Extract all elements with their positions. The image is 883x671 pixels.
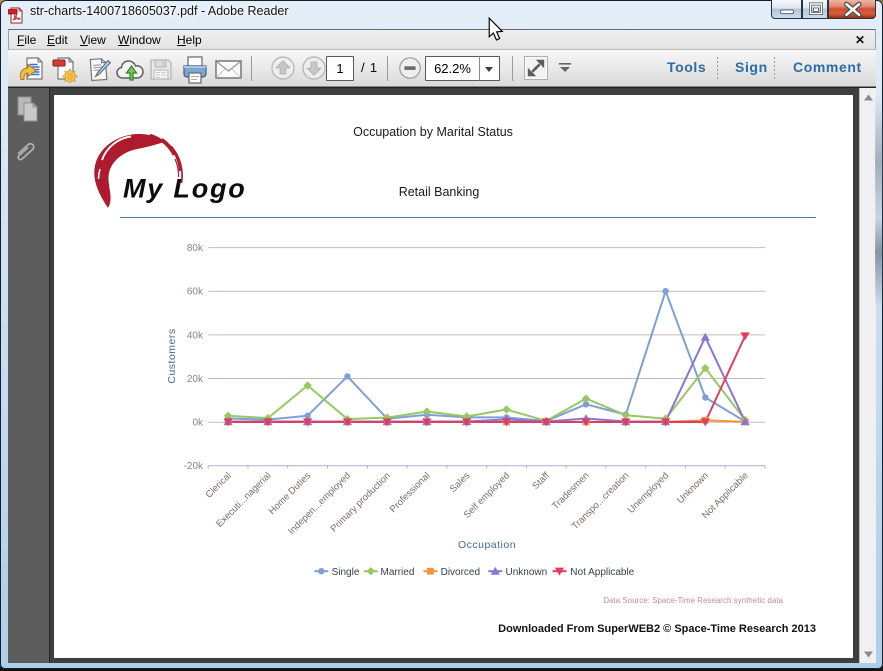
svg-text:Sales: Sales (448, 470, 473, 495)
svg-text:Tradesmen: Tradesmen (550, 470, 592, 512)
svg-text:Professional: Professional (388, 470, 433, 515)
svg-text:Married: Married (381, 567, 415, 578)
svg-text:Customers: Customers (166, 328, 178, 383)
svg-text:Unknown: Unknown (675, 470, 711, 506)
svg-text:80k: 80k (187, 243, 204, 254)
svg-text:Unemployed: Unemployed (626, 470, 671, 515)
svg-text:Unknown: Unknown (506, 567, 548, 578)
svg-text:20k: 20k (187, 374, 204, 385)
svg-text:0k: 0k (192, 418, 204, 429)
svg-text:40k: 40k (187, 330, 204, 341)
svg-text:-20k: -20k (184, 461, 204, 472)
svg-text:60k: 60k (187, 287, 204, 298)
svg-text:Single: Single (332, 567, 360, 578)
svg-text:Clerical: Clerical (204, 470, 234, 500)
svg-text:Staff: Staff (530, 470, 552, 492)
svg-text:Divorced: Divorced (441, 567, 480, 578)
svg-text:Occupation: Occupation (458, 539, 516, 551)
svg-text:Not Applicable: Not Applicable (570, 567, 634, 578)
